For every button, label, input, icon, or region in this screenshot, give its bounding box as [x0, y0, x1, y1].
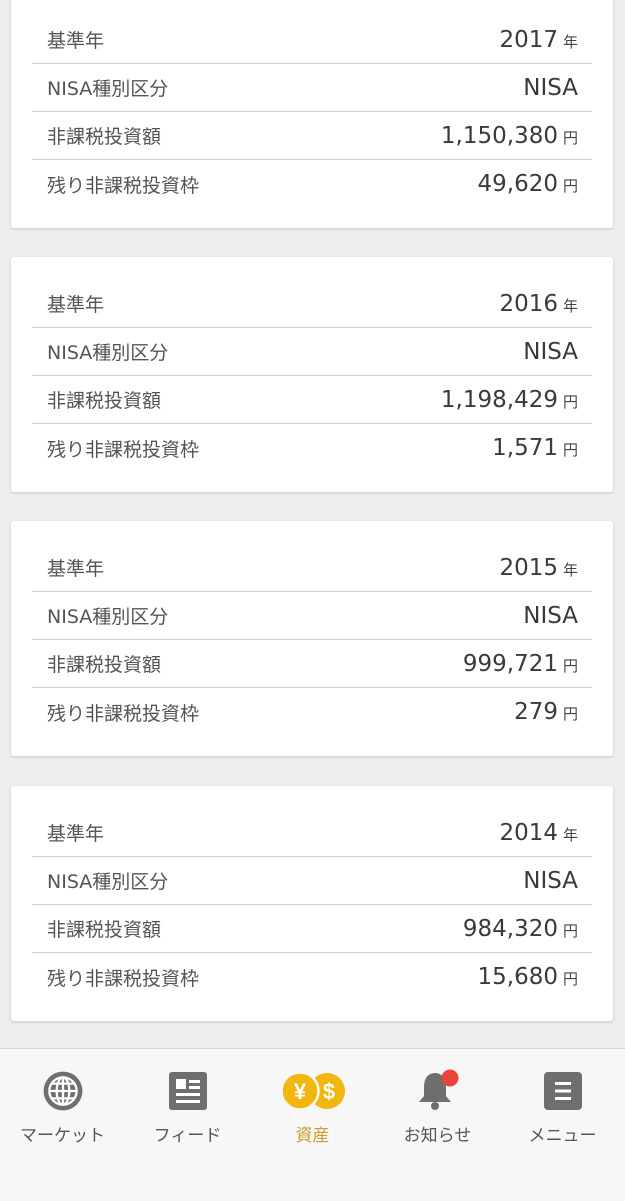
nav-label-menu: メニュー: [528, 1126, 597, 1146]
tax-free-investment-label: 非課税投資額: [47, 390, 162, 412]
nisa-type-row: NISA種別区分 NISA: [32, 328, 592, 376]
yen-unit: 円: [562, 656, 578, 675]
nav-item-notifications[interactable]: お知らせ: [375, 1065, 500, 1155]
globe-icon: [0, 1069, 125, 1113]
tax-free-investment-label: 非課税投資額: [47, 126, 162, 148]
yen-unit: 円: [562, 705, 578, 723]
nisa-type-row: NISA種別区分 NISA: [32, 857, 592, 905]
nisa-type-row: NISA種別区分 NISA: [32, 64, 592, 112]
tax-free-investment-row: 非課税投資額 1,198,429 円: [32, 376, 592, 424]
remaining-allowance-row: 残り非課税投資枠 15,680 円: [32, 953, 592, 1001]
base-year-row: 基準年 2015 年: [32, 544, 592, 592]
tax-free-investment-value: 984,320: [462, 915, 558, 942]
nisa-type-label: NISA種別区分: [47, 342, 169, 364]
yen-unit: 円: [562, 392, 578, 411]
remaining-allowance-row: 残り非課税投資枠 279 円: [32, 688, 592, 736]
nav-item-market[interactable]: マーケット: [0, 1065, 125, 1155]
base-year-value: 2014: [499, 819, 558, 846]
nav-label-market: マーケット: [20, 1126, 105, 1146]
year-unit: 年: [562, 296, 578, 315]
base-year-label: 基準年: [47, 558, 105, 580]
remaining-allowance-label: 残り非課税投資枠: [47, 967, 200, 990]
base-year-label: 基準年: [47, 823, 105, 845]
nav-label-feed: フィード: [153, 1126, 222, 1146]
base-year-value: 2015: [499, 554, 558, 581]
bottom-nav-bar: マーケット フィード ¥ $ 資産 お知らせ メニュー: [0, 1048, 625, 1201]
tax-free-investment-label: 非課税投資額: [47, 654, 162, 676]
nav-label-assets: 資産: [295, 1126, 330, 1146]
news-icon: [125, 1069, 250, 1113]
bell-icon: [375, 1069, 500, 1113]
remaining-allowance-label: 残り非課税投資枠: [47, 702, 200, 725]
nisa-card-2014: 基準年 2014 年 NISA種別区分 NISA 非課税投資額 984,320 円 …: [11, 786, 613, 1021]
nav-item-menu[interactable]: メニュー: [500, 1065, 625, 1155]
base-year-label: 基準年: [47, 294, 105, 316]
tax-free-investment-value: 999,721: [462, 650, 558, 677]
base-year-label: 基準年: [47, 30, 105, 52]
base-year-row: 基準年 2014 年: [32, 809, 592, 857]
remaining-allowance-value: 279: [514, 699, 558, 725]
base-year-row: 基準年 2017 年: [32, 16, 592, 64]
base-year-row: 基準年 2016 年: [32, 280, 592, 328]
tax-free-investment-row: 非課税投資額 1,150,380 円: [32, 112, 592, 160]
year-unit: 年: [562, 32, 578, 51]
svg-text:¥: ¥: [293, 1079, 306, 1104]
nav-item-feed[interactable]: フィード: [125, 1065, 250, 1155]
yen-unit: 円: [562, 177, 578, 195]
nav-item-assets[interactable]: ¥ $ 資産: [250, 1065, 375, 1155]
yen-dollar-coins-icon: ¥ $: [250, 1069, 375, 1113]
tax-free-investment-label: 非課税投資額: [47, 919, 162, 941]
nisa-type-value: NISA: [523, 338, 578, 365]
yen-unit: 円: [562, 921, 578, 940]
tax-free-investment-value: 1,150,380: [440, 122, 558, 149]
nisa-card-2016: 基準年 2016 年 NISA種別区分 NISA 非課税投資額 1,198,429…: [11, 257, 613, 492]
remaining-allowance-value: 1,571: [492, 435, 558, 461]
remaining-allowance-label: 残り非課税投資枠: [47, 174, 200, 197]
nav-label-notifications: お知らせ: [403, 1126, 472, 1146]
tax-free-investment-value: 1,198,429: [440, 386, 558, 413]
nisa-type-label: NISA種別区分: [47, 606, 169, 628]
tax-free-investment-row: 非課税投資額 984,320 円: [32, 905, 592, 953]
nisa-type-label: NISA種別区分: [47, 78, 169, 100]
nisa-type-value: NISA: [523, 602, 578, 629]
yen-unit: 円: [562, 441, 578, 459]
yen-unit: 円: [562, 970, 578, 988]
nisa-type-value: NISA: [523, 867, 578, 894]
remaining-allowance-label: 残り非課税投資枠: [47, 438, 200, 461]
nisa-card-2015: 基準年 2015 年 NISA種別区分 NISA 非課税投資額 999,721 円 …: [11, 521, 613, 756]
yen-unit: 円: [562, 128, 578, 147]
year-unit: 年: [562, 825, 578, 844]
svg-text:$: $: [322, 1079, 334, 1104]
remaining-allowance-value: 49,620: [477, 171, 558, 197]
year-unit: 年: [562, 560, 578, 579]
nisa-type-value: NISA: [523, 74, 578, 101]
nisa-type-row: NISA種別区分 NISA: [32, 592, 592, 640]
remaining-allowance-row: 残り非課税投資枠 49,620 円: [32, 160, 592, 208]
base-year-value: 2016: [499, 290, 558, 317]
base-year-value: 2017: [499, 26, 558, 53]
nisa-type-label: NISA種別区分: [47, 871, 169, 893]
nisa-card-2017: 基準年 2017 年 NISA種別区分 NISA 非課税投資額 1,150,380…: [11, 0, 613, 228]
tax-free-investment-row: 非課税投資額 999,721 円: [32, 640, 592, 688]
remaining-allowance-row: 残り非課税投資枠 1,571 円: [32, 424, 592, 472]
menu-icon: [500, 1069, 625, 1113]
remaining-allowance-value: 15,680: [477, 964, 558, 990]
